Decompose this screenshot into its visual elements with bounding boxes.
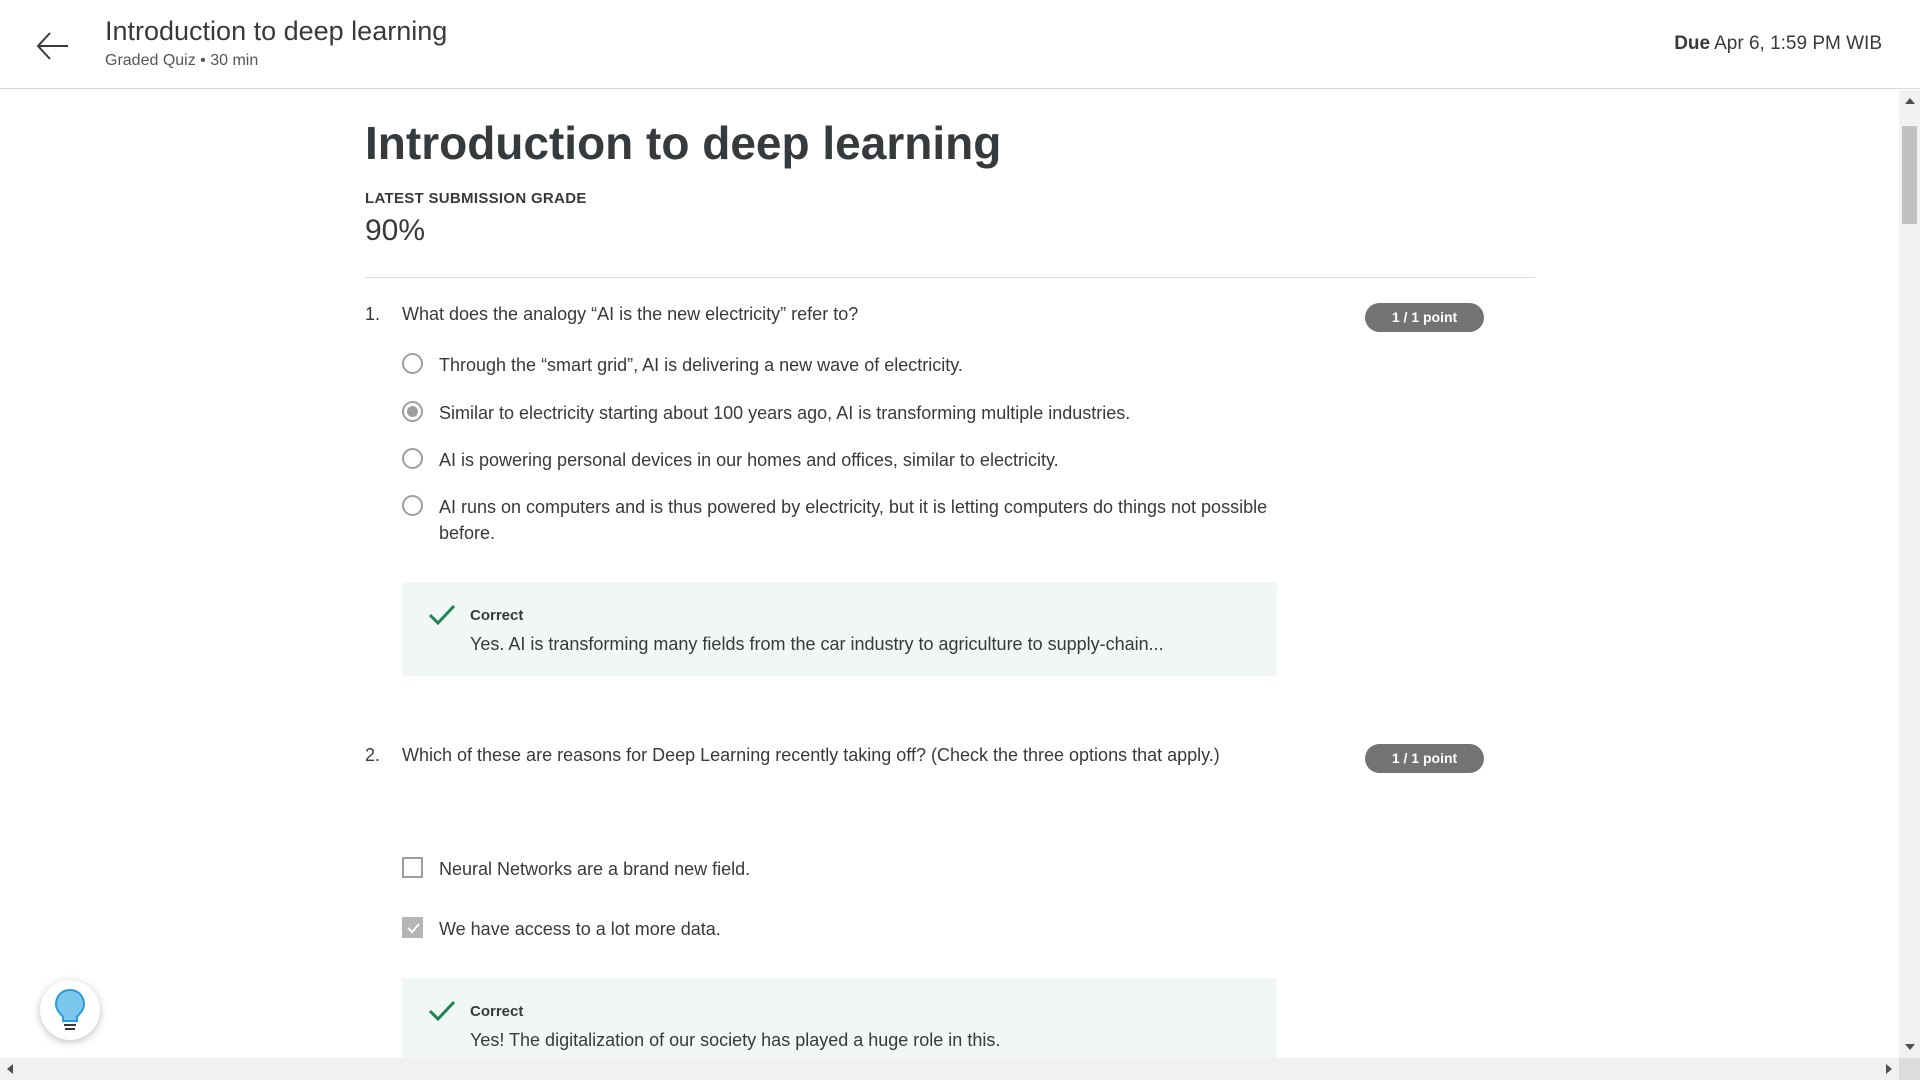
header-title: Introduction to deep learning [105, 16, 448, 46]
question-2-feedback: Correct Yes! The digitalization of our s… [402, 978, 1277, 1058]
divider [365, 277, 1535, 278]
due-value: Apr 6, 1:59 PM WIB [1714, 33, 1882, 54]
question-1-option-3[interactable]: AI is powering personal devices in our h… [402, 448, 1302, 474]
scroll-right-arrow-icon[interactable] [1886, 1064, 1892, 1074]
question-2-points-badge: 1 / 1 point [1365, 744, 1484, 773]
grade-label: LATEST SUBMISSION GRADE [365, 190, 587, 207]
question-2-option-2[interactable]: We have access to a lot more data. [402, 917, 1302, 943]
radio-button[interactable] [402, 495, 423, 516]
question-2-number: 2. [365, 745, 381, 765]
question-1-option-4[interactable]: AI runs on computers and is thus powered… [402, 495, 1302, 547]
header-subtitle: Graded Quiz • 30 min [105, 52, 259, 69]
vertical-scrollbar[interactable] [1899, 90, 1920, 1058]
checkmark-icon [428, 604, 456, 631]
help-lightbulb-button[interactable] [40, 980, 100, 1040]
question-1-number: 1. [365, 304, 381, 324]
option-label: Through the “smart grid”, AI is deliveri… [439, 355, 963, 375]
option-label: AI is powering personal devices in our h… [439, 450, 1059, 470]
checkbox-checked[interactable] [402, 917, 423, 938]
question-2-text: Which of these are reasons for Deep Lear… [402, 745, 1220, 765]
scroll-down-arrow-icon[interactable] [1905, 1044, 1915, 1050]
scrollbar-corner [1899, 1058, 1920, 1080]
radio-button[interactable] [402, 448, 423, 469]
page-title: Introduction to deep learning [365, 117, 1002, 169]
question-1-points-badge: 1 / 1 point [1365, 303, 1484, 332]
scroll-left-arrow-icon[interactable] [7, 1064, 13, 1074]
option-label: AI runs on computers and is thus powered… [439, 497, 1268, 543]
question-1-feedback: Correct Yes. AI is transforming many fie… [402, 582, 1277, 676]
back-arrow-icon[interactable] [34, 27, 72, 65]
question-2-option-1[interactable]: Neural Networks are a brand new field. [402, 857, 1302, 883]
quiz-content-area[interactable]: Introduction to deep learning LATEST SUB… [0, 90, 1899, 1058]
feedback-title: Correct [470, 1003, 524, 1020]
due-label: Due [1674, 33, 1711, 54]
radio-button-selected[interactable] [402, 401, 423, 422]
question-1-option-2[interactable]: Similar to electricity starting about 10… [402, 401, 1302, 427]
feedback-text: Yes. AI is transforming many fields from… [470, 634, 1164, 654]
due-date: Due Apr 6, 1:59 PM WIB [1674, 33, 1882, 55]
lightbulb-icon [54, 988, 86, 1030]
feedback-title: Correct [470, 607, 524, 624]
grade-value: 90% [365, 214, 426, 247]
checkmark-icon [428, 1000, 456, 1027]
radio-button[interactable] [402, 353, 423, 374]
question-1-option-1[interactable]: Through the “smart grid”, AI is deliveri… [402, 353, 1302, 379]
question-1-text: What does the analogy “AI is the new ele… [402, 304, 859, 324]
option-label: We have access to a lot more data. [439, 919, 721, 939]
quiz-header: Introduction to deep learning Graded Qui… [0, 0, 1920, 89]
option-label: Similar to electricity starting about 10… [439, 403, 1131, 423]
checkbox[interactable] [402, 857, 423, 878]
horizontal-scrollbar[interactable] [0, 1058, 1899, 1080]
feedback-text: Yes! The digitalization of our society h… [470, 1030, 1001, 1050]
option-label: Neural Networks are a brand new field. [439, 859, 751, 879]
vertical-scroll-thumb[interactable] [1902, 126, 1917, 224]
scroll-up-arrow-icon[interactable] [1905, 98, 1915, 104]
